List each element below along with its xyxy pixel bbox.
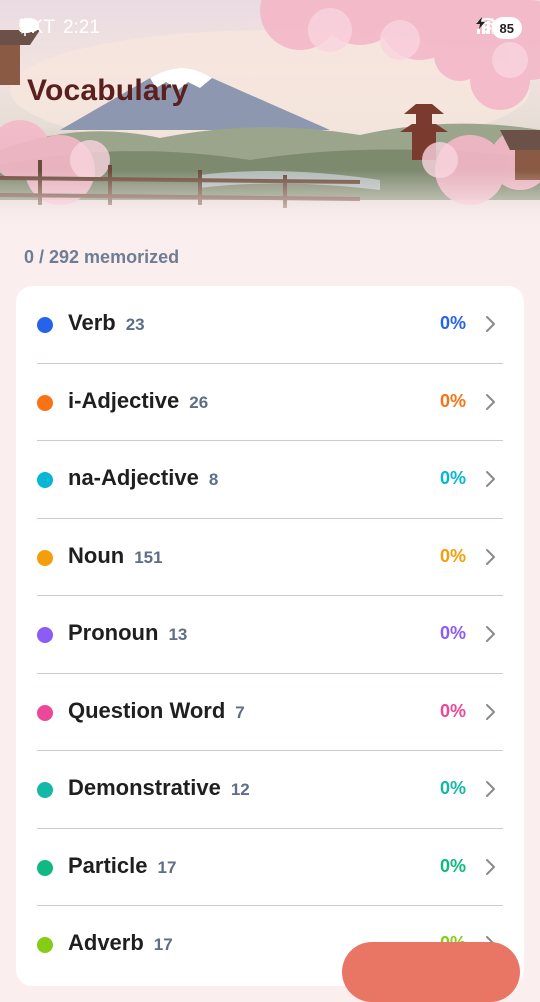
clock: 2:21 (62, 17, 100, 38)
battery-level: 85 (499, 20, 514, 36)
category-color-dot (37, 859, 53, 876)
charging-bolt-icon (475, 17, 485, 29)
category-name: Verb (68, 310, 116, 335)
memorized-progress: 0 / 292 memorized (24, 247, 180, 267)
chevron-right-icon (486, 548, 495, 565)
category-row-i-adjective[interactable]: i-Adjective 26 0% (16, 364, 524, 441)
category-word-count: 17 (157, 857, 177, 877)
category-name: i-Adjective (68, 387, 180, 413)
header-fade (0, 170, 540, 230)
category-color-dot (37, 317, 53, 333)
category-progress-percent: 0% (439, 545, 466, 566)
page-title: Vocabulary (27, 74, 189, 107)
category-word-count: 12 (230, 780, 250, 799)
status-right: 85 (475, 17, 522, 39)
category-color-dot (37, 704, 53, 721)
chevron-right-icon (486, 703, 495, 720)
category-name: Question Word (68, 697, 226, 723)
category-label: Demonstrative 12 (68, 775, 250, 801)
chevron-right-icon (486, 393, 495, 410)
category-label: Question Word 7 (68, 698, 245, 724)
category-word-count: 13 (168, 625, 188, 644)
category-progress-percent: 0% (439, 313, 466, 333)
category-word-count: 17 (153, 935, 173, 954)
category-label: Adverb 17 (68, 930, 173, 956)
category-name: Pronoun (68, 620, 159, 645)
category-name: Adverb (68, 930, 144, 955)
floating-action-button[interactable] (342, 942, 520, 1002)
status-left: SKT 2:21 (18, 17, 132, 39)
category-row-noun[interactable]: Noun 151 0% (16, 519, 524, 596)
category-progress-percent: 0% (439, 623, 466, 643)
chevron-right-icon (486, 781, 495, 797)
category-progress-percent: 0% (439, 700, 466, 721)
category-color-dot (37, 394, 53, 411)
category-progress-percent: 0% (439, 468, 466, 488)
category-label: na-Adjective 8 (68, 465, 218, 491)
category-row-particle[interactable]: Particle 17 0% (16, 829, 524, 906)
category-word-count: 7 (235, 702, 245, 722)
chevron-right-icon (486, 471, 495, 487)
category-name: Noun (68, 542, 125, 568)
category-color-dot (37, 549, 53, 566)
category-color-dot (37, 472, 53, 488)
chevron-right-icon (486, 316, 495, 332)
category-word-count: 26 (189, 392, 209, 412)
category-row-na-adjective[interactable]: na-Adjective 8 0% (16, 441, 524, 518)
category-name: Particle (68, 852, 148, 878)
category-progress-percent: 0% (439, 390, 466, 411)
category-label: Particle 17 (68, 853, 176, 879)
header-banner: SKT 2:21 85 (0, 0, 540, 230)
category-list: Verb 23 0% i-Adjective 26 0% na-Adjective 8 0% No… (16, 286, 524, 986)
category-progress-percent: 0% (439, 778, 466, 798)
category-label: Pronoun 13 (68, 620, 187, 646)
category-name: na-Adjective (68, 465, 199, 490)
category-label: Noun 151 (68, 543, 163, 569)
category-word-count: 23 (125, 315, 145, 334)
category-name: Demonstrative (68, 775, 221, 800)
category-color-dot (37, 627, 53, 643)
category-word-count: 151 (134, 547, 163, 567)
category-progress-percent: 0% (439, 855, 466, 876)
category-label: Verb 23 (68, 310, 145, 336)
chevron-right-icon (486, 626, 495, 642)
chevron-right-icon (486, 858, 495, 875)
category-word-count: 8 (208, 470, 219, 489)
status-bar: SKT 2:21 85 (0, 0, 540, 60)
category-color-dot (37, 782, 53, 798)
category-row-demonstrative[interactable]: Demonstrative 12 0% (16, 751, 524, 828)
category-row-pronoun[interactable]: Pronoun 13 0% (16, 596, 524, 673)
category-color-dot (37, 937, 53, 953)
category-row-verb[interactable]: Verb 23 0% (16, 286, 524, 363)
category-label: i-Adjective 26 (68, 388, 208, 414)
category-row-question-word[interactable]: Question Word 7 0% (16, 674, 524, 751)
